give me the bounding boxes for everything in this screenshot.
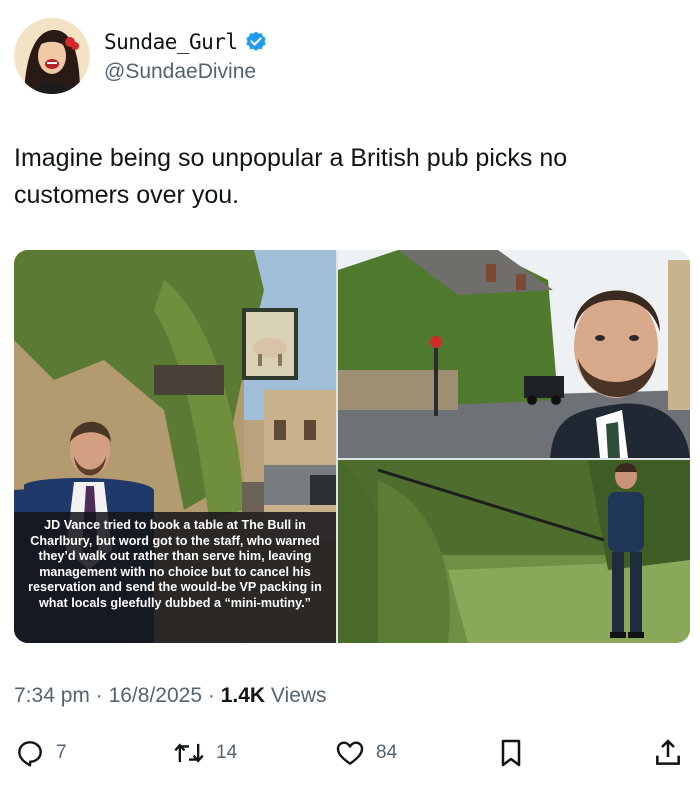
- media-image-pub-and-portrait[interactable]: [338, 250, 690, 458]
- like-button[interactable]: 84: [334, 735, 397, 771]
- media-image-man-fishing[interactable]: [338, 460, 690, 643]
- heart-icon: [336, 741, 364, 765]
- bookmark-button[interactable]: [496, 735, 526, 771]
- media-image-pub-street[interactable]: JD Vance tried to book a table at The Bu…: [14, 250, 336, 643]
- meta-separator: ·: [207, 684, 215, 707]
- bookmark-icon: [501, 739, 521, 767]
- retweet-icon: [174, 743, 204, 763]
- reply-button[interactable]: 7: [14, 735, 67, 771]
- reply-count: 7: [56, 742, 67, 763]
- media-caption: JD Vance tried to book a table at The Bu…: [14, 512, 336, 643]
- share-button[interactable]: [652, 735, 684, 771]
- meta-separator: ·: [95, 684, 103, 707]
- avatar[interactable]: [14, 18, 90, 94]
- caption-text: JD Vance tried to book a table at The Bu…: [28, 518, 322, 610]
- reply-icon: [18, 741, 42, 767]
- retweet-count: 14: [216, 742, 238, 763]
- tweet-text: Imagine being so unpopular a British pub…: [14, 144, 568, 209]
- tweet-time[interactable]: 7:34 pm: [14, 684, 90, 707]
- views-label: Views: [270, 684, 327, 707]
- media-collage[interactable]: JD Vance tried to book a table at The Bu…: [14, 250, 690, 643]
- views-count: 1.4K: [220, 684, 266, 707]
- display-name[interactable]: Sundae_Gurl: [104, 30, 238, 54]
- tweet-header: Sundae_Gurl @SundaeDivine: [14, 18, 268, 94]
- like-count: 84: [376, 742, 398, 763]
- handle[interactable]: @SundaeDivine: [104, 60, 268, 84]
- tweet-meta: 7:34 pm · 16/8/2025 · 1.4K Views: [14, 684, 327, 708]
- verified-badge-icon: [244, 30, 268, 54]
- retweet-button[interactable]: 14: [172, 735, 237, 771]
- action-bar: 7 14 84: [0, 735, 700, 771]
- share-icon: [656, 739, 680, 765]
- tweet-date[interactable]: 16/8/2025: [109, 684, 202, 707]
